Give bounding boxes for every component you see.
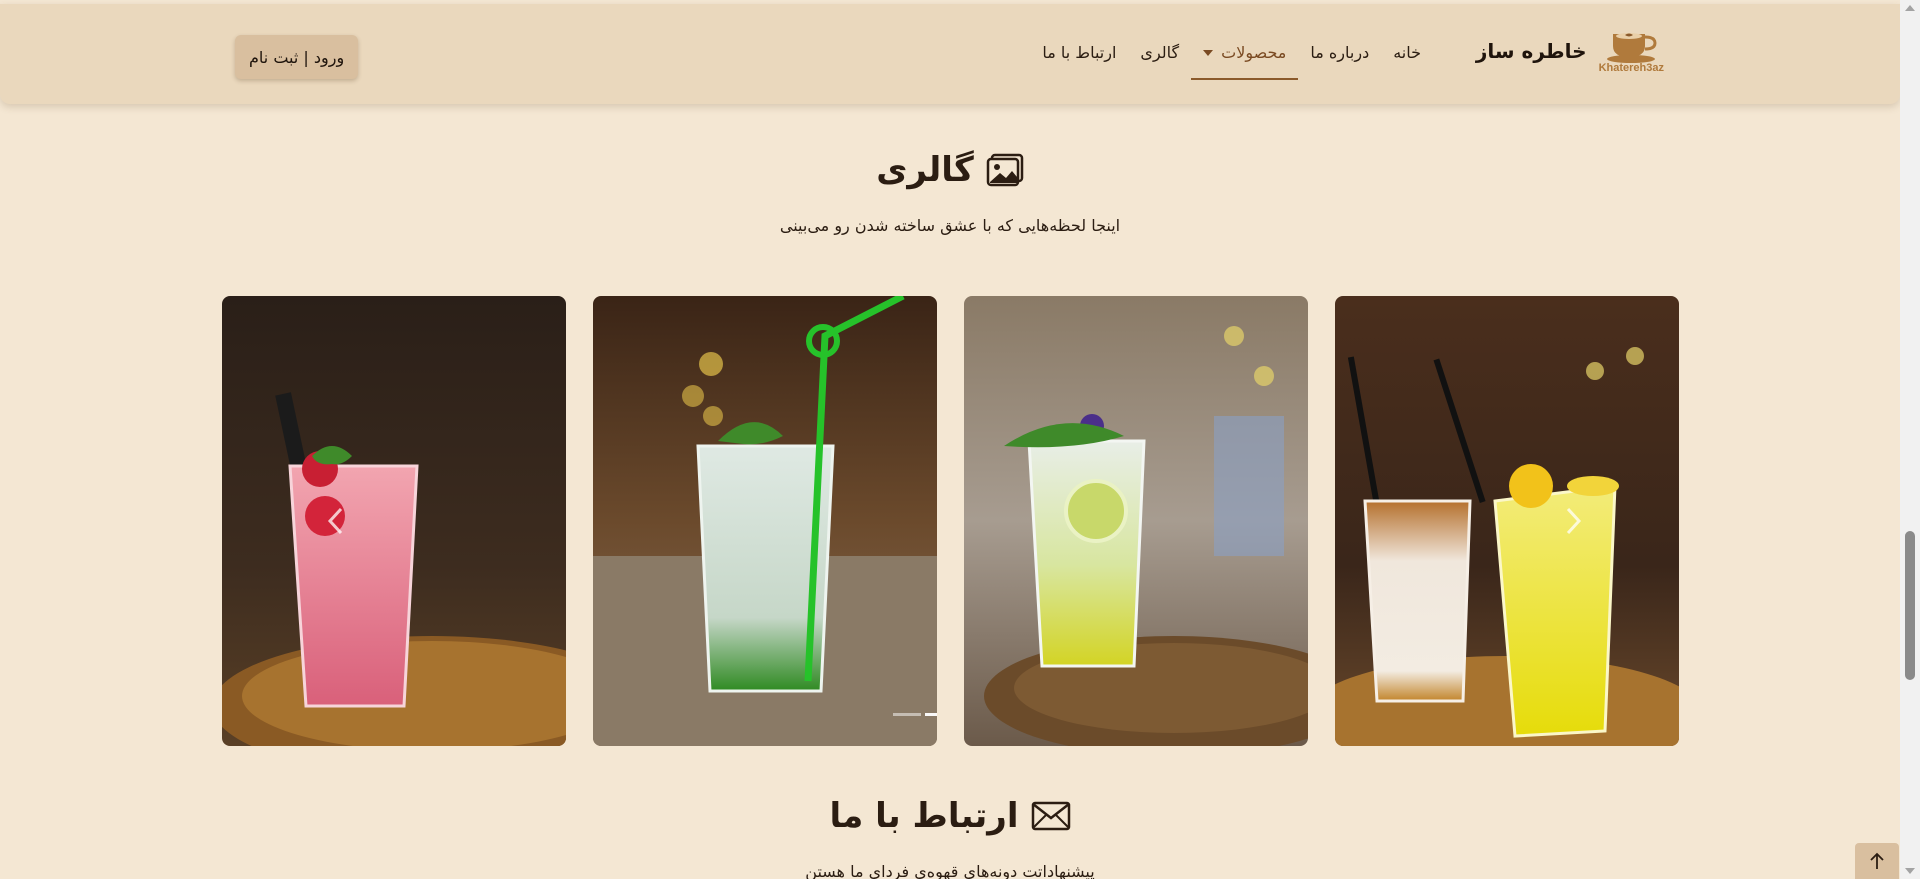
caret-down-icon <box>1203 49 1214 56</box>
gallery-photo-strawberry-drink <box>222 296 566 746</box>
gallery-photo-lime-drink <box>964 296 1308 746</box>
contact-subtitle: پیشنهاداتت دونه‌های قهوه‌ی فردای ما هستن <box>805 862 1095 879</box>
gallery-title: گالری <box>876 150 974 190</box>
logo: Khatereh3az <box>1599 28 1664 74</box>
page: Khatereh3az خاطره ساز خانه درباره ما محص… <box>0 0 1900 879</box>
nav-item-products[interactable]: محصولات <box>1191 26 1299 80</box>
gallery-carousel <box>222 296 1681 746</box>
brand[interactable]: Khatereh3az خاطره ساز <box>1476 28 1664 74</box>
arrow-up-icon <box>1870 852 1884 869</box>
scrollbar-thumb[interactable] <box>1905 531 1915 680</box>
carousel-indicator-active[interactable] <box>925 713 937 716</box>
contact-title: ارتباط با ما <box>829 796 1019 836</box>
gallery-photo-mojito <box>593 296 937 746</box>
carousel-indicator[interactable] <box>893 713 921 716</box>
nav-item-contact[interactable]: ارتباط با ما <box>1030 26 1128 80</box>
logo-text: Khatereh3az <box>1598 62 1664 74</box>
brand-name: خاطره ساز <box>1475 39 1587 63</box>
contact-heading: ارتباط با ما <box>0 796 1900 836</box>
envelope-icon <box>1031 801 1070 831</box>
gallery-photo-iced-coffee-lemonade <box>1335 296 1679 746</box>
nav-item-home[interactable]: خانه <box>1381 26 1433 80</box>
gallery-subtitle: اینجا لحظه‌هایی که با عشق ساخته شدن رو م… <box>779 216 1121 235</box>
back-to-top-button[interactable] <box>1855 843 1899 879</box>
gallery-heading: گالری <box>0 150 1900 190</box>
coffee-cup-icon <box>1607 33 1657 63</box>
vertical-scrollbar[interactable] <box>1900 0 1920 879</box>
carousel-prev-button[interactable] <box>316 501 356 541</box>
nav-item-gallery[interactable]: گالری <box>1128 26 1191 80</box>
login-register-button[interactable]: ورود | ثبت نام <box>235 35 359 79</box>
chevron-right-icon <box>1566 507 1582 535</box>
scroll-up-arrow-icon[interactable] <box>1905 5 1915 11</box>
nav-item-about[interactable]: درباره ما <box>1298 26 1381 80</box>
navbar: Khatereh3az خاطره ساز خانه درباره ما محص… <box>0 4 1900 104</box>
chevron-left-icon <box>327 507 343 535</box>
nav-item-products-label: محصولات <box>1221 43 1287 62</box>
carousel-next-button[interactable] <box>1553 501 1593 541</box>
carousel-indicators <box>893 713 937 716</box>
main-nav: خانه درباره ما محصولات گالری ارتباط با م… <box>1030 26 1433 80</box>
image-icon <box>986 153 1024 187</box>
scroll-down-arrow-icon[interactable] <box>1905 868 1915 874</box>
